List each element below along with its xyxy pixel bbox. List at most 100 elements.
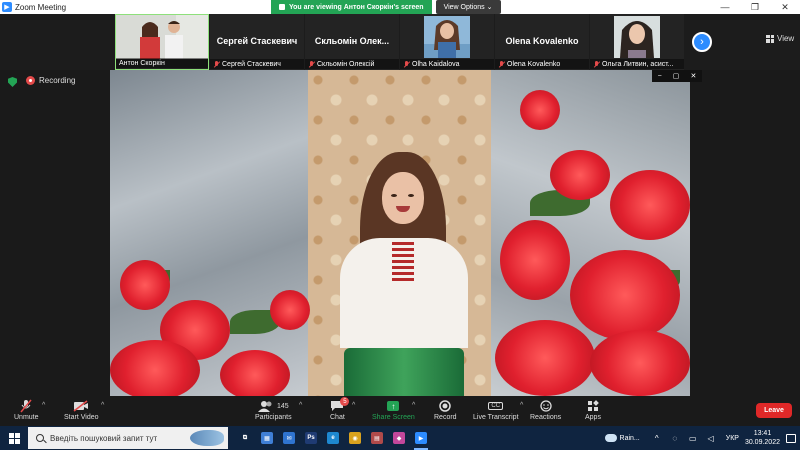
photoshop-icon: Ps [305,432,317,444]
apps-icon [587,398,599,414]
audio-options-chevron-icon[interactable]: ^ [42,402,45,409]
eye-shape [391,194,397,197]
next-page-button[interactable]: › [692,32,712,52]
record-icon [439,398,452,414]
chrome-icon: ◉ [349,432,361,444]
system-tray: Rain... ^ ◌ ▭ ◁ УКР 13:41 30.09.2022 [604,426,796,450]
record-button[interactable]: Record [434,398,457,421]
tray-overflow-icon[interactable]: ^ [651,432,663,444]
participant-tile[interactable]: Антон Скоркін [115,14,209,70]
zoom-taskbar-button[interactable]: ▶ [410,426,432,450]
participants-chevron-icon[interactable]: ^ [299,402,302,409]
participant-strip: Антон Скоркін Сергей Стаскевич Сергей Ст… [0,14,800,70]
video-close-button[interactable]: ✕ [691,72,697,80]
participant-tile[interactable]: Скльомін Олек... Скльомін Олексій [305,14,399,70]
unmute-button[interactable]: Unmute [14,398,39,421]
flower-shape [270,290,310,330]
store-icon: ▦ [261,432,273,444]
start-video-button[interactable]: Start Video [64,398,99,421]
screen-share-icon [279,4,285,10]
edge-taskbar-button[interactable]: e [322,426,344,450]
flower-shape [220,350,290,396]
network-icon[interactable]: ◌ [669,432,681,444]
video-window-controls: − ▢ ✕ [652,70,702,82]
minimize-button[interactable]: — [710,0,740,14]
share-screen-button[interactable]: ↑ Share Screen [372,398,415,421]
view-button[interactable]: View [766,34,794,43]
taskbar-clock[interactable]: 13:41 30.09.2022 [745,429,780,447]
flower-shape [610,170,690,240]
participant-name: Olena Kovalenko [495,59,589,69]
participant-video [116,15,208,59]
mail-taskbar-button[interactable]: ✉ [278,426,300,450]
chat-button[interactable]: 5 Chat [330,397,350,421]
chat-chevron-icon[interactable]: ^ [352,402,355,409]
shared-screen-video[interactable] [110,70,690,396]
grid-view-icon [766,34,774,43]
flower-shape [120,260,170,310]
task-view-taskbar-button[interactable]: ⧉ [234,426,256,450]
participant-tile[interactable]: Olha Kaidalova [400,14,494,70]
share-banner-message: You are viewing Антон Скоркін's screen [271,0,432,14]
photoshop-taskbar-button[interactable]: Ps [300,426,322,450]
leave-button[interactable]: Leave [756,403,792,418]
video-options-chevron-icon[interactable]: ^ [101,402,104,409]
files-icon: ▤ [371,432,383,444]
skirt-shape [344,348,464,396]
windows-logo-icon [8,432,20,444]
mic-muted-icon [213,60,220,68]
participants-count: 145 [276,402,289,410]
participant-name: Скльомін Олексій [305,59,399,69]
participant-name: Olha Kaidalova [400,59,494,69]
chrome-taskbar-button[interactable]: ◉ [344,426,366,450]
volume-icon[interactable]: ◁ [705,432,717,444]
apps-button[interactable]: Apps [585,398,601,421]
presenter-figure [340,152,468,396]
participant-video [424,16,470,58]
participant-tile[interactable]: Сергей Стаскевич Сергей Стаскевич [210,14,304,70]
view-options-button[interactable]: View Options ⌄ [435,0,501,14]
video-minimize-button[interactable]: − [658,73,662,80]
mouth-shape [396,206,410,212]
ink-taskbar-button[interactable]: ◆ [388,426,410,450]
close-button[interactable]: ✕ [770,0,800,14]
participant-name: Ольга Литвин, асист... [590,59,684,69]
flower-shape [500,220,570,300]
language-indicator[interactable]: УКР [726,435,739,442]
taskbar-search-input[interactable]: Введіть пошуковий запит тут [28,427,228,449]
participants-button[interactable]: 145 Participants [255,398,292,421]
weather-widget[interactable]: Rain... [604,434,640,442]
mic-muted-icon [498,60,505,68]
notification-center-icon[interactable] [786,433,796,443]
participant-video [614,16,660,58]
participant-name: Сергей Стаскевич [210,59,304,69]
files-taskbar-button[interactable]: ▤ [366,426,388,450]
reactions-button[interactable]: Reactions [530,398,561,421]
mic-muted-icon [308,60,315,68]
video-maximize-button[interactable]: ▢ [673,72,680,80]
chat-unread-badge: 5 [340,397,350,406]
store-taskbar-button[interactable]: ▦ [256,426,278,450]
start-button[interactable] [0,426,28,450]
transcript-chevron-icon[interactable]: ^ [520,402,523,409]
share-chevron-icon[interactable]: ^ [412,402,415,409]
flower-shape [570,250,680,340]
meeting-toolbar: Unmute ^ Start Video ^ 145 Participants … [0,396,800,426]
rain-cloud-icon [604,434,617,442]
share-banner: You are viewing Антон Скоркін's screen V… [271,0,501,14]
participant-tile[interactable]: Olena Kovalenko Olena Kovalenko [495,14,589,70]
recording-indicator[interactable]: Recording [26,76,75,85]
encryption-shield-icon[interactable] [8,77,17,87]
mic-muted-icon [403,60,410,68]
participant-tile[interactable]: Ольга Литвин, асист... [590,14,684,70]
restore-button[interactable]: ❐ [740,0,770,14]
search-icon [36,434,44,442]
participant-name: Антон Скоркін [116,58,208,68]
face-shape [382,172,424,224]
flower-shape [550,150,610,200]
battery-icon[interactable]: ▭ [687,432,699,444]
participant-display-name: Сергей Стаскевич [216,36,298,46]
share-screen-icon: ↑ [387,398,400,414]
live-transcript-button[interactable]: CC Live Transcript [473,398,519,421]
eye-shape [408,194,414,197]
